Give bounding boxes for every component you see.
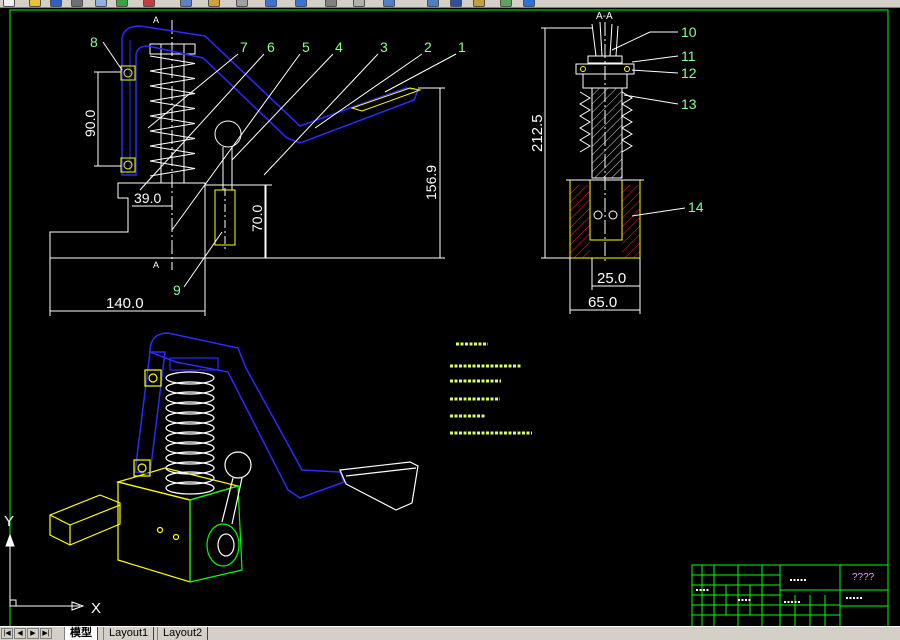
open-icon[interactable]	[26, 0, 42, 7]
part-label-7: 7	[240, 39, 248, 55]
drawing-canvas[interactable]: A A 90.0 156.9 39.0 70.0 140.0 8 7 6 5 4…	[0, 0, 900, 640]
copy-icon-glyph	[180, 0, 192, 7]
undo-icon-glyph	[265, 0, 277, 7]
plunger-rod-hatched	[591, 87, 623, 179]
dim-text-70: 70.0	[249, 205, 265, 232]
dim-text-156: 156.9	[423, 165, 439, 200]
paste-icon[interactable]	[205, 0, 221, 7]
undo-icon[interactable]	[262, 0, 278, 7]
pan-icon-glyph	[325, 0, 337, 7]
publish-icon[interactable]	[113, 0, 129, 7]
print-icon-glyph	[71, 0, 83, 7]
section-mark-top: A	[153, 15, 159, 25]
housing-hatch-left	[570, 185, 590, 258]
cut-icon[interactable]	[140, 0, 156, 7]
part-label-12: 12	[681, 65, 697, 81]
zoom-previous-icon-glyph	[427, 0, 439, 7]
part-label-13: 13	[681, 96, 697, 112]
next-tab-button[interactable]: ▶	[27, 628, 39, 639]
part-label-11: 11	[681, 48, 696, 64]
tab-layout1[interactable]: Layout1	[103, 627, 155, 640]
save-icon-glyph	[50, 0, 62, 7]
zoom-window-icon-glyph	[383, 0, 395, 7]
part-label-4: 4	[335, 39, 343, 55]
match-properties-icon-glyph	[236, 0, 248, 7]
dim-text-212: 212.5	[529, 114, 546, 152]
paste-icon-glyph	[208, 0, 220, 7]
dim-text-39: 39.0	[134, 190, 161, 206]
match-properties-icon[interactable]	[233, 0, 249, 7]
ucs-x-label: X	[91, 600, 101, 617]
tab-model[interactable]: 模型	[64, 627, 98, 640]
redo-icon-glyph	[295, 0, 307, 7]
design-center-icon[interactable]	[470, 0, 486, 7]
dim-text-65: 65.0	[588, 294, 617, 311]
part-label-3: 3	[380, 39, 388, 55]
section-title: A-A	[596, 11, 613, 22]
zoom-realtime-icon-glyph	[353, 0, 365, 7]
part-label-1: 1	[458, 39, 466, 55]
tab-layout2[interactable]: Layout2	[157, 627, 209, 640]
last-tab-button[interactable]: ▶|	[40, 628, 52, 639]
preview-icon-glyph	[95, 0, 107, 7]
ucs-y-label: Y	[4, 513, 14, 530]
open-icon-glyph	[29, 0, 41, 7]
layout-tab-bar: |◀ ◀ ▶ ▶| 模型 Layout1 Layout2	[0, 626, 900, 640]
part-label-2: 2	[424, 39, 432, 55]
section-mark-bottom: A	[153, 260, 159, 270]
print-icon[interactable]	[68, 0, 84, 7]
dim-text-90: 90.0	[82, 110, 98, 137]
copy-icon[interactable]	[177, 0, 193, 7]
new-icon[interactable]	[0, 0, 16, 7]
design-center-icon-glyph	[473, 0, 485, 7]
new-icon-glyph	[3, 0, 15, 7]
preview-icon[interactable]	[92, 0, 108, 7]
zoom-window-icon[interactable]	[380, 0, 396, 7]
part-label-6: 6	[267, 39, 275, 55]
first-tab-button[interactable]: |◀	[1, 628, 13, 639]
part-label-14: 14	[688, 199, 704, 215]
publish-icon-glyph	[116, 0, 128, 7]
previous-tab-button[interactable]: ◀	[14, 628, 26, 639]
help-icon[interactable]	[520, 0, 536, 7]
zoom-previous-icon[interactable]	[424, 0, 440, 7]
redo-icon[interactable]	[292, 0, 308, 7]
cut-icon-glyph	[143, 0, 155, 7]
title-block-drawing-name: ????	[852, 572, 875, 583]
part-label-9: 9	[173, 282, 181, 298]
properties-icon[interactable]	[447, 0, 463, 7]
dim-text-140: 140.0	[106, 295, 144, 312]
part-label-8: 8	[90, 34, 98, 50]
tool-palette-icon-glyph	[500, 0, 512, 7]
properties-icon-glyph	[450, 0, 462, 7]
standard-toolbar	[0, 0, 900, 8]
save-icon[interactable]	[47, 0, 63, 7]
zoom-realtime-icon[interactable]	[350, 0, 366, 7]
housing-hatch-right	[622, 185, 640, 258]
help-icon-glyph	[523, 0, 535, 7]
tool-palette-icon[interactable]	[497, 0, 513, 7]
model-space-background	[0, 8, 900, 626]
pan-icon[interactable]	[322, 0, 338, 7]
dim-text-25: 25.0	[597, 270, 626, 287]
part-label-5: 5	[302, 39, 310, 55]
part-label-10: 10	[681, 24, 697, 40]
